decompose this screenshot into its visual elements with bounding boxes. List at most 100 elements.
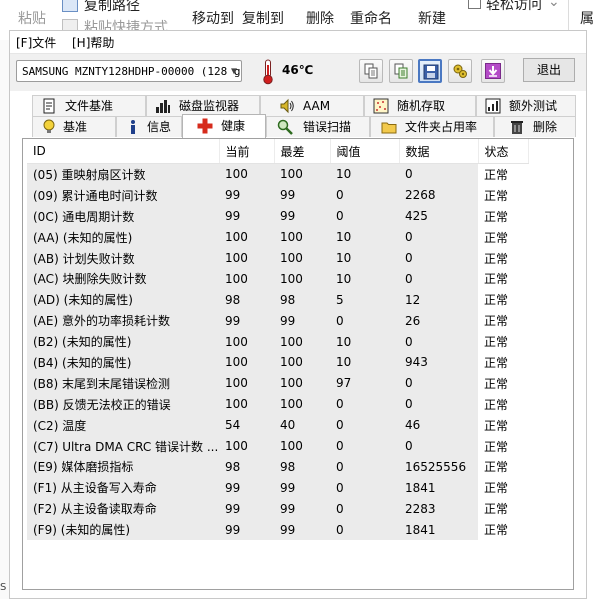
table-row[interactable]: (B4) (未知的属性) 100 100 10 943 正常 xyxy=(27,352,528,373)
table-body: (05) 重映射扇区计数 100 100 10 0 正常 (09) 累计通电时间计数 99 99… xyxy=(27,163,528,541)
column-header-id[interactable]: ID xyxy=(27,139,220,164)
table-row[interactable]: (B8) 末尾到末尾错误检测 100 100 97 0 正常 xyxy=(27,372,528,394)
tab-disk-monitor[interactable]: 磁盘监视器 xyxy=(146,95,260,116)
delete-button[interactable]: 删除 xyxy=(306,8,334,28)
tab-aam[interactable]: AAM xyxy=(260,95,364,116)
tab-info[interactable]: 信息 xyxy=(116,116,182,137)
copy-text-icon xyxy=(394,63,408,79)
table-row[interactable]: (BB) 反馈无法校正的错误 100 100 0 0 正常 xyxy=(27,393,528,415)
table-row[interactable]: (C7) Ultra DMA CRC 错误计数 ... 100 100 0 0 正常 xyxy=(27,435,528,457)
column-header-data[interactable]: 数据 xyxy=(399,139,479,164)
move-to-button[interactable]: 移动到 xyxy=(192,8,234,28)
threshold-cell: 0 xyxy=(330,456,399,478)
trash-icon xyxy=(511,121,523,134)
copy-icon xyxy=(364,63,378,79)
status-cell: 正常 xyxy=(478,205,528,227)
threshold-cell: 10 xyxy=(330,331,399,353)
attribute-id-cell: (C2) 温度 xyxy=(27,414,219,436)
chevron-down-icon[interactable]: ▼ xyxy=(231,61,237,81)
tab-benchmark[interactable]: 基准 xyxy=(32,116,116,137)
drive-select-value: SAMSUNG MZNTY128HDHP-00000 (128 g xyxy=(22,65,241,78)
tab-folder-usage-label: 文件夹占用率 xyxy=(405,120,478,134)
status-cell: 正常 xyxy=(478,498,528,520)
attribute-id-cell: (E9) 媒体磨损指标 xyxy=(27,456,219,478)
tab-disk-monitor-label: 磁盘监视器 xyxy=(179,99,240,113)
table-row[interactable]: (F9) (未知的属性) 99 99 0 1841 正常 xyxy=(27,519,528,541)
options-button[interactable] xyxy=(448,59,472,83)
background-right-strip xyxy=(587,40,594,599)
table-row[interactable]: (E9) 媒体磨损指标 98 98 0 16525556 正常 xyxy=(27,456,528,478)
table-row[interactable]: (AA) (未知的属性) 100 100 10 0 正常 xyxy=(27,226,528,248)
attribute-id-cell: (F9) (未知的属性) xyxy=(27,519,219,541)
tab-error-scan-label: 错误扫描 xyxy=(303,120,352,134)
tab-random-access[interactable]: 随机存取 xyxy=(364,95,476,116)
table-row[interactable]: (AD) (未知的属性) 98 98 5 12 正常 xyxy=(27,289,528,311)
table-row[interactable]: (C2) 温度 54 40 0 46 正常 xyxy=(27,414,528,436)
status-cell: 正常 xyxy=(478,372,528,394)
health-cross-icon xyxy=(197,118,213,134)
current-cell: 100 xyxy=(219,163,274,185)
table-row[interactable]: (AC) 块删除失败计数 100 100 10 0 正常 xyxy=(27,268,528,290)
current-cell: 98 xyxy=(219,289,274,311)
column-header-threshold[interactable]: 阈值 xyxy=(330,139,400,164)
tab-erase[interactable]: 删除 xyxy=(494,116,576,137)
copy-path-button[interactable]: 复制路径 xyxy=(84,0,140,15)
table-row[interactable]: (B2) (未知的属性) 100 100 10 0 正常 xyxy=(27,331,528,353)
exit-button[interactable]: 退出 xyxy=(523,58,575,82)
easy-access-button[interactable]: 轻松访问 xyxy=(486,0,542,14)
column-header-worst[interactable]: 最差 xyxy=(274,139,331,164)
threshold-cell: 0 xyxy=(330,435,399,457)
copy-to-button[interactable]: 复制到 xyxy=(242,8,284,28)
current-cell: 100 xyxy=(219,393,274,415)
paste-button[interactable]: 粘贴 xyxy=(18,8,46,28)
threshold-cell: 0 xyxy=(330,414,399,436)
menu-help[interactable]: [H]帮助 xyxy=(72,34,114,51)
threshold-cell: 0 xyxy=(330,477,399,499)
current-cell: 99 xyxy=(219,477,274,499)
data-cell: 0 xyxy=(399,163,478,185)
column-header-current[interactable]: 当前 xyxy=(219,139,275,164)
thermometer-icon xyxy=(263,59,273,85)
easy-access-checkbox[interactable] xyxy=(468,0,481,9)
worst-cell: 100 xyxy=(274,268,330,290)
hdtune-window: [F]文件 [H]帮助 SAMSUNG MZNTY128HDHP-00000 (… xyxy=(9,30,587,599)
data-cell: 0 xyxy=(399,393,478,415)
tab-file-benchmark[interactable]: 文件基准 xyxy=(32,95,146,116)
status-cell: 正常 xyxy=(478,163,528,185)
current-cell: 99 xyxy=(219,519,274,541)
info-icon xyxy=(131,120,135,134)
worst-cell: 100 xyxy=(274,435,330,457)
current-cell: 100 xyxy=(219,268,274,290)
easy-access-dropdown-icon[interactable]: ⌄ xyxy=(548,0,560,10)
copy-text-button[interactable] xyxy=(389,59,413,83)
worst-cell: 100 xyxy=(274,372,330,394)
table-row[interactable]: (AE) 意外的功率损耗计数 99 99 0 26 正常 xyxy=(27,310,528,332)
table-row[interactable]: (09) 累计通电时间计数 99 99 0 2268 正常 xyxy=(27,184,528,206)
copy-button[interactable] xyxy=(359,59,383,83)
status-cell: 正常 xyxy=(478,352,528,373)
download-button[interactable] xyxy=(481,59,505,83)
save-button[interactable] xyxy=(418,59,442,83)
tab-health[interactable]: 健康 xyxy=(182,114,266,138)
tab-error-scan[interactable]: 错误扫描 xyxy=(266,116,370,137)
health-panel: ID 当前 最差 阈值 数据 状态 (05) 重映射扇区计数 100 100 10 0 正… xyxy=(22,138,574,590)
table-row[interactable]: (F2) 从主设备读取寿命 99 99 0 2283 正常 xyxy=(27,498,528,520)
table-row[interactable]: (F1) 从主设备写入寿命 99 99 0 1841 正常 xyxy=(27,477,528,499)
tab-extra-tests[interactable]: 额外测试 xyxy=(476,95,576,116)
tab-bar: 文件基准 磁盘监视器 AAM 随机存取 额外测试 基准 信息 健康 错误扫描 文… xyxy=(10,91,586,138)
table-row[interactable]: (0C) 通电周期计数 99 99 0 425 正常 xyxy=(27,205,528,227)
tab-folder-usage[interactable]: 文件夹占用率 xyxy=(370,116,494,137)
column-header-status[interactable]: 状态 xyxy=(478,139,529,164)
drive-select[interactable]: SAMSUNG MZNTY128HDHP-00000 (128 g ▼ xyxy=(16,60,242,82)
menu-file[interactable]: [F]文件 xyxy=(16,34,56,51)
rename-button[interactable]: 重命名 xyxy=(350,8,392,28)
current-cell: 100 xyxy=(219,372,274,394)
table-row[interactable]: (05) 重映射扇区计数 100 100 10 0 正常 xyxy=(27,163,528,185)
worst-cell: 99 xyxy=(274,519,330,541)
table-row[interactable]: (AB) 计划失败计数 100 100 10 0 正常 xyxy=(27,247,528,269)
magnifier-icon xyxy=(277,119,293,135)
download-icon xyxy=(485,63,501,79)
new-button[interactable]: 新建 xyxy=(418,8,446,28)
attribute-id-cell: (AE) 意外的功率损耗计数 xyxy=(27,310,219,332)
tab-aam-label: AAM xyxy=(303,99,331,113)
